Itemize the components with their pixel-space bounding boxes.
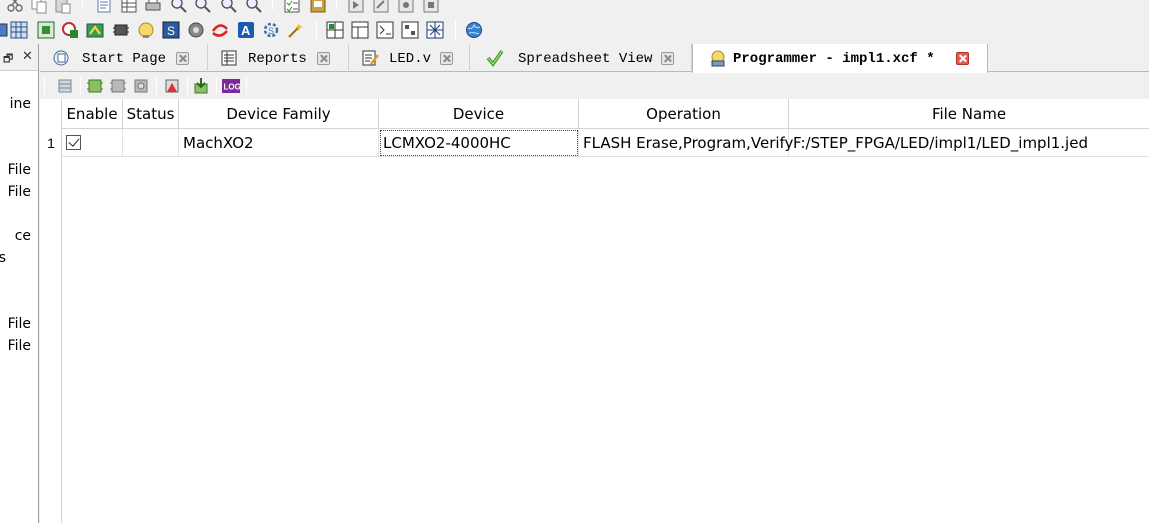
column-header-operation[interactable]: Operation [579, 99, 789, 129]
file-name-cell[interactable]: F:/STEP_FPGA/LED/impl1/LED_impl1.jed [789, 129, 1149, 157]
print-icon[interactable] [144, 0, 162, 14]
wand-icon[interactable]: S [262, 21, 280, 39]
row-header-strip [40, 99, 62, 523]
close-icon[interactable] [317, 52, 330, 65]
main-toolbar: S A S [0, 17, 1149, 43]
tab-label: Reports [248, 51, 307, 67]
checklist-icon[interactable] [283, 0, 301, 14]
tab-led-v[interactable]: LED.v [349, 44, 470, 72]
operation-cell[interactable]: FLASH Erase,Program,Verify [579, 129, 793, 157]
svg-text:S: S [167, 24, 175, 38]
timing-icon[interactable] [351, 21, 369, 39]
chip-icon[interactable] [0, 21, 10, 39]
stop-icon[interactable] [422, 0, 440, 14]
enable-checkbox[interactable] [66, 135, 81, 150]
enable-cell[interactable] [62, 129, 123, 157]
chip-program-icon[interactable] [86, 77, 104, 95]
close-icon[interactable] [440, 52, 453, 65]
scan-icon[interactable] [56, 77, 74, 95]
tab-label: Programmer - impl1.xcf * [733, 51, 935, 67]
column-header-enable[interactable]: Enable [62, 99, 123, 129]
zoom-area-icon[interactable] [245, 0, 263, 14]
svg-text:S: S [268, 26, 274, 36]
tab-spreadsheet-view[interactable]: Spreadsheet View [470, 44, 692, 72]
spreadsheet-icon [486, 50, 504, 67]
row-number: 1 [47, 135, 55, 151]
block-icon[interactable] [86, 21, 104, 39]
main-toolbar-top [0, 0, 1149, 14]
svg-text:LOG: LOG [224, 83, 241, 92]
a-icon[interactable] [211, 21, 229, 39]
device-grid: Enable Status Device Family Device Opera… [40, 99, 1149, 523]
tab-reports[interactable]: Reports [208, 44, 349, 72]
export-icon[interactable] [309, 0, 327, 14]
chip-error-icon[interactable] [163, 77, 181, 95]
panel-item-text[interactable]: File [8, 184, 31, 200]
panel-item-text[interactable]: File [8, 338, 31, 354]
folder-icon[interactable] [61, 21, 79, 39]
status-cell[interactable] [123, 129, 179, 157]
tab-label: Spreadsheet View [518, 51, 653, 67]
reports-icon [221, 50, 237, 66]
svg-text:A: A [241, 23, 251, 38]
block-diagram-icon[interactable] [401, 21, 419, 39]
log-icon[interactable]: LOG [222, 77, 240, 95]
floorplan-icon[interactable] [287, 21, 305, 39]
run-icon[interactable] [347, 0, 365, 14]
close-icon[interactable] [661, 52, 674, 65]
column-header-file-name[interactable]: File Name [789, 99, 1149, 129]
step-icon[interactable] [372, 0, 390, 14]
start-page-icon [53, 50, 69, 66]
netlist-view-icon[interactable] [426, 21, 444, 39]
route-icon[interactable] [376, 21, 394, 39]
tab-label: LED.v [389, 51, 432, 67]
column-header-device[interactable]: Device [379, 99, 579, 129]
panel-item-text[interactable]: s [0, 250, 6, 266]
left-panel-header: 🗗 ✕ [0, 44, 38, 71]
close-panel-icon[interactable]: ✕ [22, 48, 33, 64]
cut-icon[interactable] [6, 0, 24, 14]
download-icon[interactable] [192, 77, 210, 95]
verilog-file-icon [362, 50, 379, 66]
netlist-icon[interactable] [137, 21, 155, 39]
layout-icon[interactable] [326, 21, 344, 39]
zoom-fit-icon[interactable] [220, 0, 238, 14]
close-icon[interactable] [176, 52, 189, 65]
copy-icon[interactable] [30, 0, 48, 14]
zoom-in-icon[interactable] [170, 0, 188, 14]
chip-settings-icon[interactable] [132, 77, 150, 95]
column-header-status[interactable]: Status [123, 99, 179, 129]
float-panel-icon[interactable]: 🗗 [3, 50, 13, 69]
paste-icon[interactable] [54, 0, 72, 14]
panel-item-text[interactable]: File [8, 162, 31, 178]
chip-erase-icon[interactable] [109, 77, 127, 95]
column-header-device-family[interactable]: Device Family [179, 99, 379, 129]
zoom-out-icon[interactable] [194, 0, 212, 14]
programmer-icon [711, 50, 725, 67]
panel-item-text[interactable]: ce [15, 228, 31, 244]
tab-start-page[interactable]: Start Page [40, 44, 208, 72]
document-tab-bar: Start Page Reports LED.v Spreadsheet Vie… [40, 44, 1149, 73]
device-family-cell[interactable]: MachXO2 [179, 129, 379, 157]
programmer-toolbar: LOG [40, 73, 1149, 99]
web-icon[interactable] [465, 21, 483, 39]
device-cell[interactable]: LCMXO2-4000HC [379, 129, 579, 157]
globe-chip-icon[interactable] [37, 21, 55, 39]
left-panel: 🗗 ✕ ine File File ce s File File [0, 44, 39, 523]
run-to-icon[interactable] [397, 0, 415, 14]
panel-item-text[interactable]: ine [10, 96, 31, 112]
close-icon[interactable] [956, 52, 969, 65]
page-icon[interactable] [95, 0, 113, 14]
tab-label: Start Page [82, 51, 167, 67]
table-icon[interactable] [120, 0, 138, 14]
gear-chip-icon[interactable]: A [237, 21, 255, 39]
panel-item-text[interactable]: File [8, 316, 31, 332]
swap-icon[interactable] [187, 21, 205, 39]
grid-icon[interactable] [10, 21, 28, 39]
tab-programmer[interactable]: Programmer - impl1.xcf * [692, 44, 988, 73]
search-chip-icon[interactable]: S [162, 21, 180, 39]
bulb-icon[interactable] [112, 21, 130, 39]
